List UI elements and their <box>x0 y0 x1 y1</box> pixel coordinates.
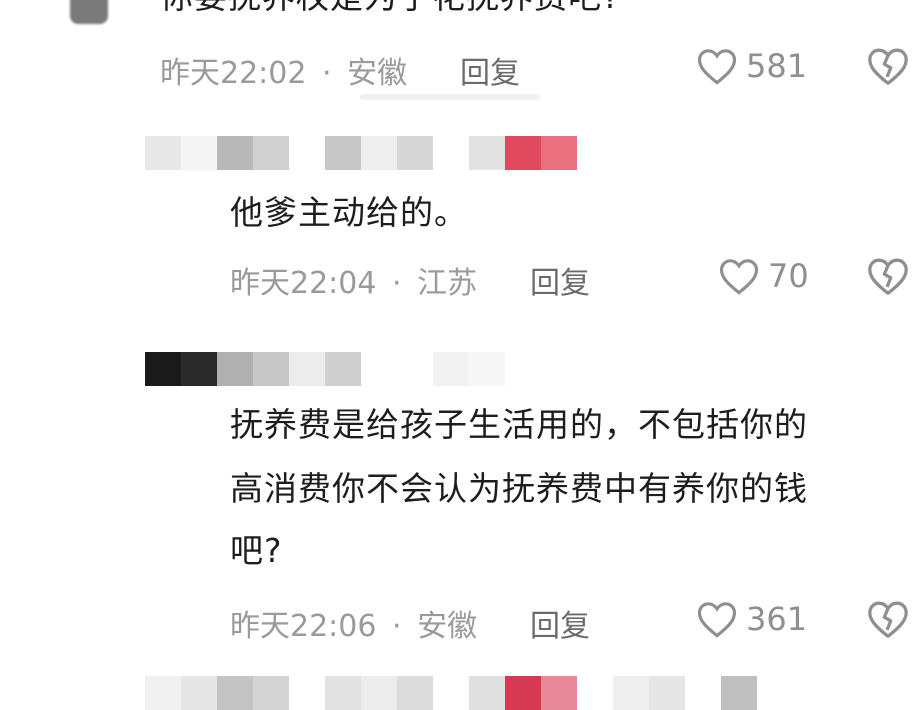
comment-location: 江苏 <box>417 266 478 301</box>
like-button[interactable]: 361 <box>696 599 807 639</box>
broken-heart-icon <box>868 258 908 295</box>
comment-location: 安徽 <box>347 56 408 91</box>
comment-time: 昨天22:06 <box>230 609 377 644</box>
reply-button[interactable]: 回复 <box>460 48 520 92</box>
meta-separator: · <box>322 56 332 91</box>
like-button[interactable]: 581 <box>696 46 807 86</box>
comment-meta: 昨天22:06 · 安徽 <box>230 601 477 645</box>
reply-button[interactable]: 回复 <box>530 258 590 302</box>
comment-time: 昨天22:02 <box>160 56 307 91</box>
heart-icon <box>697 602 737 638</box>
broken-heart-icon <box>868 48 908 85</box>
comment-location: 安徽 <box>417 609 478 644</box>
comment-text: 你要抚养权是为了花抚养费吧? <box>160 0 621 24</box>
dislike-button[interactable] <box>866 256 910 300</box>
meta-separator: · <box>392 609 402 644</box>
heart-icon <box>719 259 759 295</box>
like-count: 581 <box>746 47 808 85</box>
comment-text-line: 抚养费是给孩子生活用的，不包括你的 <box>230 405 808 444</box>
comment-text: 他爹主动给的。 <box>230 193 468 232</box>
divider <box>360 94 540 100</box>
comment-meta: 昨天22:04 · 江苏 <box>230 258 477 302</box>
comment-text-line: 吧? <box>230 531 283 570</box>
username-mosaic <box>145 352 505 386</box>
heart-icon <box>697 49 737 85</box>
comment-time: 昨天22:04 <box>230 266 377 301</box>
like-button[interactable]: 70 <box>718 256 809 296</box>
comment-meta: 昨天22:02 · 安徽 <box>160 48 407 92</box>
meta-separator: · <box>392 266 402 301</box>
broken-heart-icon <box>868 601 908 638</box>
username-mosaic <box>145 676 757 710</box>
reply-button[interactable]: 回复 <box>530 601 590 645</box>
dislike-button[interactable] <box>866 46 910 90</box>
avatar[interactable] <box>70 0 108 24</box>
like-count: 70 <box>768 257 809 295</box>
comment-text: 抚养费是给孩子生活用的，不包括你的 高消费你不会认为抚养费中有养你的钱 吧? <box>230 398 808 578</box>
dislike-button[interactable] <box>866 599 910 643</box>
comment-text-line: 高消费你不会认为抚养费中有养你的钱 <box>230 469 808 508</box>
like-count: 361 <box>746 600 808 638</box>
username-mosaic <box>145 136 577 170</box>
